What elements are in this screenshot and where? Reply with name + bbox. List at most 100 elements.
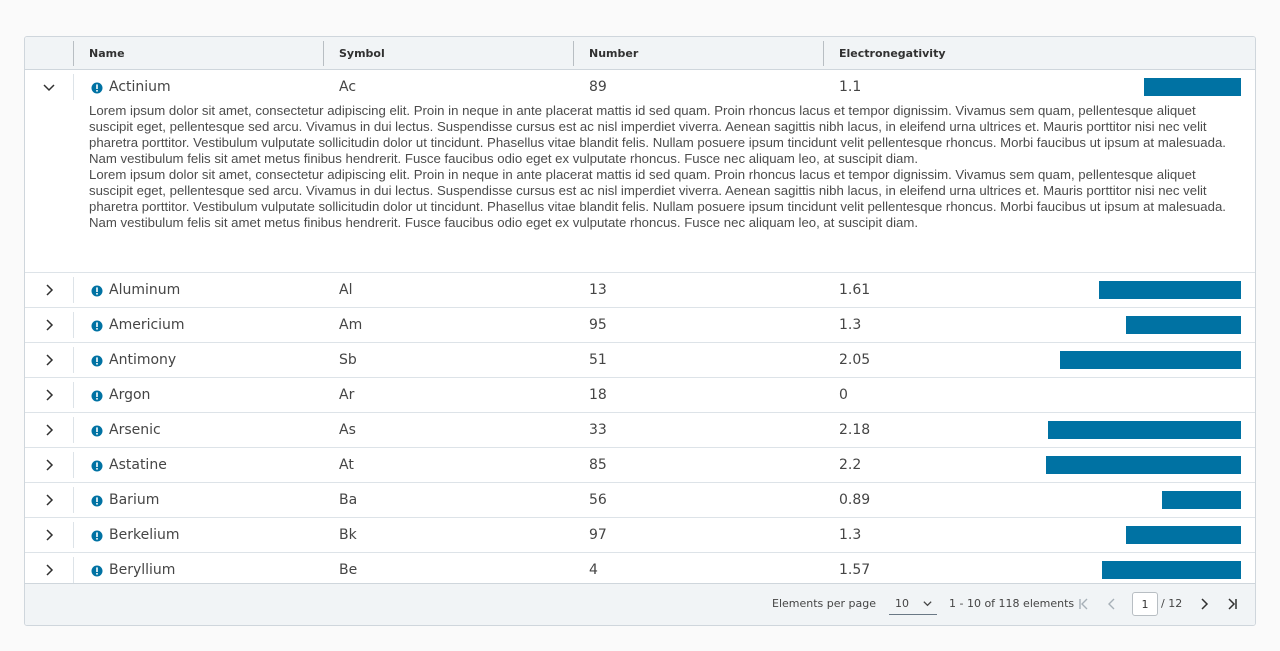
- cell-symbol: Sb: [339, 352, 357, 368]
- detail-paragraph: Lorem ipsum dolor sit amet, consectetur …: [89, 167, 1226, 230]
- chevron-right-icon: [46, 459, 54, 471]
- cell-number: 95: [589, 317, 607, 333]
- info-circle-icon: [91, 320, 103, 332]
- table-row: Barium Ba 56 0.89: [25, 483, 1255, 518]
- cell-name: Antimony: [109, 352, 177, 368]
- info-circle-icon: [91, 390, 103, 402]
- chevron-right-icon: [46, 424, 54, 436]
- detail-paragraph: Lorem ipsum dolor sit amet, consectetur …: [89, 103, 1226, 166]
- current-page-input[interactable]: [1132, 592, 1158, 616]
- table-row: Antimony Sb 51 2.05: [25, 343, 1255, 378]
- expand-row-button[interactable]: [25, 518, 73, 552]
- chevron-right-icon: [46, 494, 54, 506]
- cell-symbol: As: [339, 422, 356, 438]
- cell-symbol: Al: [339, 282, 353, 298]
- cell-number: 89: [589, 79, 607, 95]
- column-header-electronegativity[interactable]: Electronegativity: [823, 37, 1123, 70]
- expand-row-button[interactable]: [25, 483, 73, 517]
- datagrid-footer: Elements per page 10 1 - 10 of 118 eleme…: [25, 583, 1255, 625]
- chevron-right-icon: [46, 284, 54, 296]
- cell-symbol: Ar: [339, 387, 355, 403]
- chevron-right-icon: [46, 529, 54, 541]
- cell-name: Berkelium: [109, 527, 180, 543]
- cell-electronegativity: 2.05: [839, 352, 871, 368]
- first-page-icon[interactable]: [1077, 597, 1091, 611]
- cell-name: Beryllium: [109, 562, 176, 578]
- expand-row-button[interactable]: [25, 343, 73, 377]
- row-separator: [73, 74, 74, 100]
- cell-name: Actinium: [109, 79, 171, 95]
- cell-symbol: Am: [339, 317, 363, 333]
- table-row: Argon Ar 18 0: [25, 378, 1255, 413]
- row-separator: [73, 417, 74, 443]
- cell-number: 51: [589, 352, 607, 368]
- electronegativity-bar: [1099, 281, 1241, 299]
- cell-electronegativity: 1.3: [839, 317, 862, 333]
- table-row: Americium Am 95 1.3: [25, 308, 1255, 343]
- info-circle-icon: [91, 355, 103, 367]
- expand-row-button[interactable]: [25, 378, 73, 412]
- column-header-name[interactable]: Name: [73, 37, 323, 70]
- collapse-row-button[interactable]: [25, 70, 73, 104]
- previous-page-icon[interactable]: [1105, 597, 1119, 611]
- page-size-label: Elements per page: [772, 597, 877, 610]
- expand-row-button[interactable]: [25, 308, 73, 342]
- info-circle-icon: [91, 565, 103, 577]
- info-circle-icon: [91, 495, 103, 507]
- info-circle-icon: [91, 460, 103, 472]
- row-separator: [73, 487, 74, 513]
- column-header-symbol[interactable]: Symbol: [323, 37, 573, 70]
- cell-symbol: Ba: [339, 492, 358, 508]
- expand-row-button[interactable]: [25, 448, 73, 482]
- last-page-icon[interactable]: [1225, 597, 1239, 611]
- row-separator: [73, 347, 74, 373]
- cell-name: Americium: [109, 317, 185, 333]
- expand-row-button[interactable]: [25, 273, 73, 307]
- table-row: Astatine At 85 2.2: [25, 448, 1255, 483]
- row-separator: [73, 382, 74, 408]
- cell-number: 13: [589, 282, 607, 298]
- info-circle-icon: [91, 285, 103, 297]
- cell-number: 85: [589, 457, 607, 473]
- cell-number: 56: [589, 492, 607, 508]
- row-separator: [73, 557, 74, 583]
- row-separator: [73, 277, 74, 303]
- chevron-down-icon: [923, 601, 932, 607]
- next-page-icon[interactable]: [1197, 597, 1211, 611]
- cell-symbol: Be: [339, 562, 358, 578]
- cell-name: Arsenic: [109, 422, 161, 438]
- cell-name: Aluminum: [109, 282, 181, 298]
- column-header-number[interactable]: Number: [573, 37, 823, 70]
- electronegativity-bar: [1126, 526, 1241, 544]
- cell-number: 33: [589, 422, 607, 438]
- cell-symbol: Bk: [339, 527, 357, 543]
- info-circle-icon: [91, 425, 103, 437]
- datagrid-header: Name Symbol Number Electronegativity: [25, 37, 1255, 70]
- electronegativity-bar: [1102, 561, 1241, 579]
- cell-electronegativity: 2.2: [839, 457, 862, 473]
- table-row: Arsenic As 33 2.18: [25, 413, 1255, 448]
- info-circle-icon: [91, 82, 103, 94]
- table-row: Berkelium Bk 97 1.3: [25, 518, 1255, 553]
- cell-symbol: At: [339, 457, 354, 473]
- electronegativity-bar: [1046, 456, 1241, 474]
- expand-row-button[interactable]: [25, 553, 73, 587]
- page-size-select[interactable]: 10: [889, 593, 937, 615]
- electronegativity-bar: [1060, 351, 1241, 369]
- cell-number: 18: [589, 387, 607, 403]
- cell-number: 97: [589, 527, 607, 543]
- electronegativity-bar: [1048, 421, 1241, 439]
- expand-row-button[interactable]: [25, 413, 73, 447]
- row-separator: [73, 522, 74, 548]
- cell-number: 4: [589, 562, 598, 578]
- chevron-right-icon: [46, 389, 54, 401]
- row-separator: [73, 312, 74, 338]
- table-row: Actinium Ac 89 1.1 Lorem ipsum dolor sit ame…: [25, 70, 1255, 273]
- row-detail: Lorem ipsum dolor sit amet, consectetur …: [89, 103, 1239, 231]
- info-circle-icon: [91, 530, 103, 542]
- cell-name: Astatine: [109, 457, 167, 473]
- cell-electronegativity: 0: [839, 387, 848, 403]
- cell-name: Argon: [109, 387, 151, 403]
- cell-electronegativity: 0.89: [839, 492, 871, 508]
- cell-electronegativity: 1.1: [839, 79, 862, 95]
